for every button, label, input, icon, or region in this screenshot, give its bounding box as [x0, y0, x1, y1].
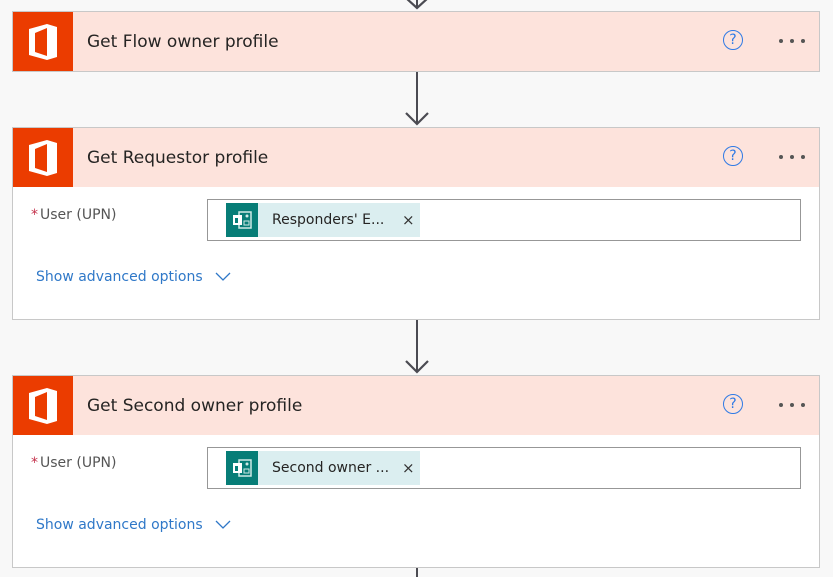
show-advanced-options-link[interactable]: Show advanced options: [36, 517, 231, 533]
action-card-second-owner: Get Second owner profile ? * User (UPN) S…: [12, 375, 820, 568]
token-text: Second owner ...: [272, 460, 390, 476]
user-upn-input[interactable]: Responders' E... ×: [207, 199, 801, 241]
help-icon[interactable]: ?: [723, 394, 743, 414]
required-marker: *: [31, 207, 38, 223]
card-header[interactable]: Get Requestor profile ?: [13, 128, 819, 187]
card-title[interactable]: Get Requestor profile: [87, 148, 819, 168]
more-options-icon[interactable]: [779, 403, 805, 407]
advanced-options-label[interactable]: Show advanced options: [36, 517, 203, 533]
help-icon[interactable]: ?: [723, 146, 743, 166]
card-title[interactable]: Get Flow owner profile: [87, 32, 819, 52]
forms-icon: [226, 451, 258, 485]
action-card-flow-owner[interactable]: Get Flow owner profile ?: [12, 11, 820, 72]
advanced-options-label[interactable]: Show advanced options: [36, 269, 203, 285]
remove-token-icon[interactable]: ×: [402, 211, 415, 229]
connector-line: [416, 568, 418, 577]
forms-icon: [226, 203, 258, 237]
field-label-text: User (UPN): [40, 207, 117, 223]
action-card-requestor: Get Requestor profile ? * User (UPN) Resp…: [12, 127, 820, 320]
card-title[interactable]: Get Second owner profile: [87, 396, 819, 416]
field-label-user-upn: * User (UPN): [31, 455, 116, 471]
arrow-down-icon: [405, 360, 429, 374]
arrow-down-icon: [406, 0, 428, 10]
field-label-text: User (UPN): [40, 455, 117, 471]
dynamic-content-token[interactable]: Responders' E... ×: [226, 203, 420, 237]
help-icon[interactable]: ?: [723, 30, 743, 50]
remove-token-icon[interactable]: ×: [402, 459, 415, 477]
office-icon: [13, 376, 73, 435]
office-icon: [13, 128, 73, 187]
chevron-down-icon: [215, 272, 231, 281]
user-upn-input[interactable]: Second owner ... ×: [207, 447, 801, 489]
card-body: * User (UPN) Second owner ... × Show adva…: [13, 435, 819, 566]
card-header[interactable]: Get Flow owner profile ?: [13, 12, 819, 71]
field-label-user-upn: * User (UPN): [31, 207, 116, 223]
chevron-down-icon: [215, 520, 231, 529]
token-text: Responders' E...: [272, 212, 385, 228]
dynamic-content-token[interactable]: Second owner ... ×: [226, 451, 420, 485]
more-options-icon[interactable]: [779, 39, 805, 43]
more-options-icon[interactable]: [779, 155, 805, 159]
arrow-down-icon: [405, 112, 429, 126]
show-advanced-options-link[interactable]: Show advanced options: [36, 269, 231, 285]
office-icon: [13, 12, 73, 71]
card-header[interactable]: Get Second owner profile ?: [13, 376, 819, 435]
card-body: * User (UPN) Responders' E... × Show adva…: [13, 187, 819, 318]
required-marker: *: [31, 455, 38, 471]
